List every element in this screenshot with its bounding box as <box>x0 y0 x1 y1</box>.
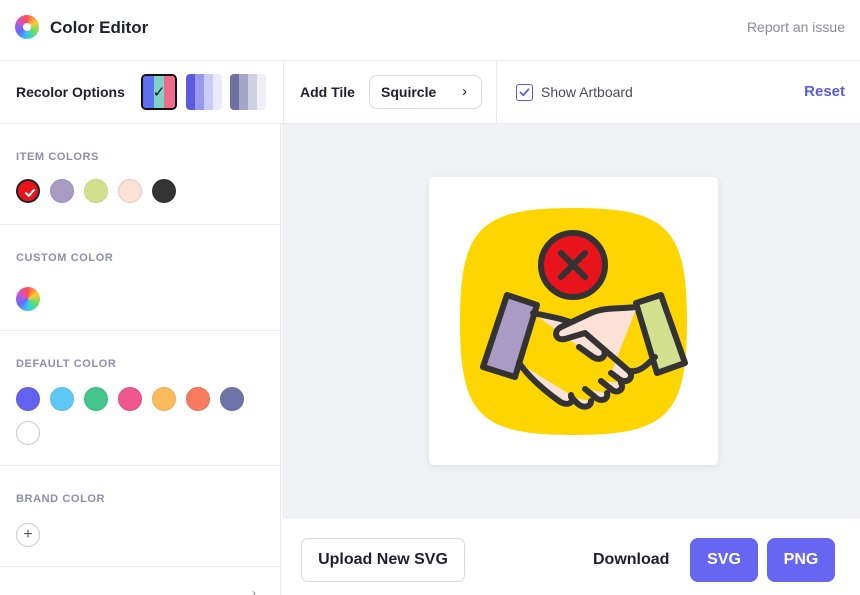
recolor-option-multicolor[interactable]: ✓ <box>141 74 177 110</box>
reset-button[interactable]: Reset <box>804 83 845 100</box>
footer-bar: Upload New SVG Download SVG PNG <box>282 517 860 595</box>
checkmark-icon <box>18 181 42 205</box>
brand-color-title: BRAND COLOR <box>16 493 106 505</box>
default-color-swatch[interactable] <box>16 421 40 445</box>
item-color-swatch[interactable] <box>16 179 40 203</box>
brand-color-section: BRAND COLOR + <box>0 466 280 567</box>
default-color-swatch[interactable] <box>220 387 244 411</box>
item-color-swatch[interactable] <box>84 179 108 203</box>
show-artboard-label[interactable]: Show Artboard <box>541 84 633 100</box>
handshake-declined-icon <box>460 208 688 435</box>
artboard <box>429 177 718 465</box>
recolor-options-label: Recolor Options <box>16 84 125 100</box>
divider <box>496 61 497 124</box>
custom-color-section: CUSTOM COLOR <box>0 225 280 331</box>
default-color-title: DEFAULT COLOR <box>16 358 117 370</box>
item-colors-title: ITEM COLORS <box>16 151 99 163</box>
default-color-swatch[interactable] <box>152 387 176 411</box>
custom-color-title: CUSTOM COLOR <box>16 252 114 264</box>
default-color-swatch[interactable] <box>186 387 210 411</box>
default-color-swatch[interactable] <box>50 387 74 411</box>
chevron-right-icon: › <box>462 83 467 100</box>
download-svg-button[interactable]: SVG <box>690 538 758 582</box>
show-artboard-checkbox[interactable] <box>516 84 533 101</box>
chevron-right-icon: › <box>252 586 256 595</box>
tile-shape-value: Squircle <box>381 84 437 100</box>
item-colors-section: ITEM COLORS <box>0 124 280 225</box>
divider <box>283 61 284 124</box>
add-tile-label: Add Tile <box>300 84 355 100</box>
item-color-swatch[interactable] <box>152 179 176 203</box>
top-bar: Color Editor Report an issue <box>0 0 860 61</box>
app-title: Color Editor <box>50 18 149 37</box>
report-issue-link[interactable]: Report an issue <box>747 19 845 35</box>
recolor-option-blue-shades[interactable] <box>186 74 222 110</box>
toolbar: Recolor Options ✓ Add Tile Squircle › Sh… <box>0 61 860 124</box>
upload-svg-button[interactable]: Upload New SVG <box>301 538 465 582</box>
download-label: Download <box>593 551 670 568</box>
item-color-swatch[interactable] <box>50 179 74 203</box>
default-color-swatch[interactable] <box>16 387 40 411</box>
default-color-swatch[interactable] <box>84 387 108 411</box>
recolor-option-slate-shades[interactable] <box>230 74 266 110</box>
default-color-swatch[interactable] <box>118 387 142 411</box>
add-brand-color-button[interactable]: + <box>16 523 40 547</box>
checkmark-icon <box>519 88 530 97</box>
canvas-area <box>282 124 860 517</box>
color-wheel-icon <box>15 15 39 39</box>
default-color-section: DEFAULT COLOR <box>0 331 280 466</box>
tile-shape-select[interactable]: Squircle › <box>369 75 482 109</box>
download-png-button[interactable]: PNG <box>767 538 835 582</box>
color-sidebar: ITEM COLORS CUSTOM COLOR DEFAULT COLOR B… <box>0 124 281 595</box>
custom-color-picker-icon[interactable] <box>16 287 40 311</box>
checkmark-icon: ✓ <box>152 84 166 101</box>
item-color-swatch[interactable] <box>118 179 142 203</box>
